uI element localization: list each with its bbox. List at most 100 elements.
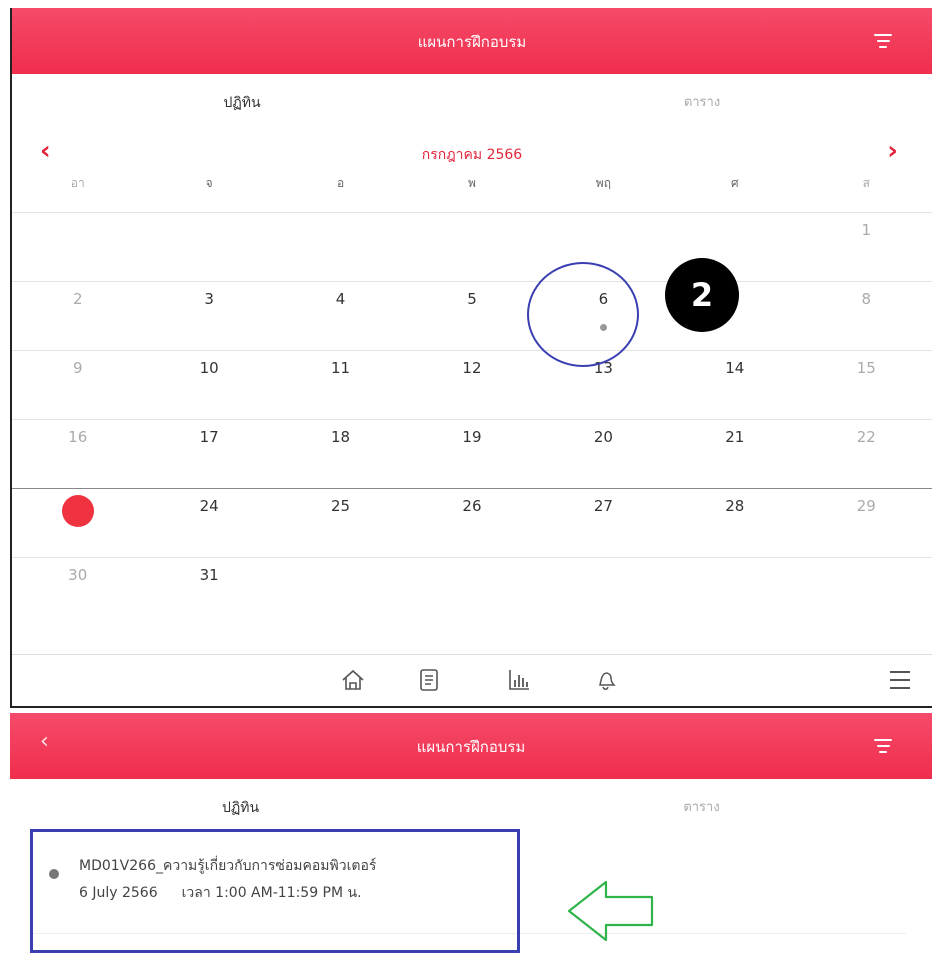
day-number: 15	[856, 359, 876, 377]
calendar-day[interactable]: 5	[406, 282, 537, 350]
month-label: กรกฎาคม 2566	[421, 147, 523, 163]
app-bar: แผนการฝึกอบรม	[12, 8, 932, 74]
event-name: MD01V266_ความรู้เกี่ยวกับการซ่อมคอมพิวเต…	[79, 858, 377, 874]
tab-schedule[interactable]: ตาราง	[471, 779, 932, 839]
app-bar: ‹ แผนการฝึกอบรม	[10, 713, 932, 779]
day-number: 18	[331, 428, 351, 446]
calendar-day[interactable]: 30	[12, 558, 143, 626]
calendar-day[interactable]: 23	[12, 489, 143, 557]
calendar-day[interactable]: 2	[12, 282, 143, 350]
menu-icon[interactable]	[890, 671, 910, 695]
home-icon[interactable]	[340, 667, 366, 693]
calendar-week-row: 9 10 11 12 13 14 15	[12, 350, 932, 419]
day-number: 8	[861, 290, 872, 308]
calendar-day[interactable]: 15	[801, 351, 932, 419]
weekday-label: ศ	[731, 176, 739, 190]
day-number: 10	[199, 359, 219, 377]
calendar-day[interactable]: 16	[12, 420, 143, 488]
day-number: 24	[199, 497, 219, 515]
calendar-day[interactable]: 10	[143, 351, 274, 419]
document-icon[interactable]	[416, 667, 442, 693]
day-number: 5	[467, 290, 477, 308]
tab-calendar[interactable]: ปฏิทิน	[12, 74, 472, 134]
calendar-day[interactable]: 4	[275, 282, 406, 350]
event-time: เวลา 1:00 AM-11:59 PM น.	[181, 885, 362, 901]
calendar-week-row: 1	[12, 212, 932, 281]
event-bullet	[49, 869, 59, 879]
calendar-day[interactable]: 26	[406, 489, 537, 557]
weekday-label: พฤ	[595, 176, 611, 190]
day-number: 21	[725, 428, 745, 446]
calendar-week-row: 30 31	[12, 557, 932, 626]
day-number: 11	[331, 359, 351, 377]
event-meta: 6 July 2566 เวลา 1:00 AM-11:59 PM น.	[79, 882, 362, 904]
calendar-week-row: 23 24 25 26 27 28 29	[12, 488, 932, 557]
weekday-label: อ	[336, 176, 345, 190]
step-badge: 2	[665, 258, 739, 332]
calendar-day[interactable]: 1	[801, 213, 932, 281]
weekday-label: จ	[205, 176, 213, 190]
calendar-day[interactable]: 21	[669, 420, 800, 488]
calendar-day[interactable]: 3	[143, 282, 274, 350]
calendar-empty-cell	[801, 558, 932, 626]
calendar-day[interactable]: 18	[275, 420, 406, 488]
page-title: แผนการฝึกอบรม	[416, 738, 526, 756]
day-number: 26	[462, 497, 482, 515]
day-number: 20	[593, 428, 613, 446]
day-number: 27	[593, 497, 613, 515]
calendar-day[interactable]: 31	[143, 558, 274, 626]
day-number: 22	[856, 428, 876, 446]
day-number: 30	[68, 566, 88, 584]
day-number: 3	[204, 290, 214, 308]
calendar-day[interactable]: 19	[406, 420, 537, 488]
calendar-empty-cell	[406, 213, 537, 281]
bottom-nav	[12, 654, 932, 706]
weekday-label: พ	[468, 176, 476, 190]
day-number: 12	[462, 359, 482, 377]
calendar-day[interactable]: 25	[275, 489, 406, 557]
calendar-day[interactable]: 29	[801, 489, 932, 557]
view-tabs: ปฏิทิน ตาราง	[12, 74, 932, 134]
calendar-day[interactable]: 24	[143, 489, 274, 557]
calendar-day[interactable]: 17	[143, 420, 274, 488]
calendar-empty-cell	[275, 213, 406, 281]
weekday-label: ส	[862, 176, 870, 190]
day-number: 31	[199, 566, 219, 584]
event-panel: ‹ แผนการฝึกอบรม ปฏิทิน ตาราง MD01V266_คว…	[10, 713, 932, 970]
day-number: 17	[199, 428, 219, 446]
chart-icon[interactable]	[506, 667, 532, 693]
event-date: 6 July 2566	[79, 885, 158, 901]
weekday-label: อา	[70, 176, 85, 190]
day-number: 2	[72, 290, 83, 308]
day-number: 9	[72, 359, 83, 377]
filter-icon[interactable]	[874, 34, 892, 48]
calendar-grid: 1234567891011121314151617181920212223242…	[12, 212, 932, 626]
day-number: 16	[68, 428, 88, 446]
filter-icon[interactable]	[874, 739, 892, 753]
calendar-day[interactable]: 22	[801, 420, 932, 488]
calendar-empty-cell	[669, 558, 800, 626]
calendar-day[interactable]: 8	[801, 282, 932, 350]
day-number: 4	[335, 290, 346, 308]
calendar-day[interactable]: 27	[538, 489, 669, 557]
bell-icon[interactable]	[592, 667, 618, 693]
calendar-panel: แผนการฝึกอบรม ปฏิทิน ตาราง ‹ › กรกฎาคม 2…	[10, 8, 932, 708]
calendar-day[interactable]: 14	[669, 351, 800, 419]
calendar-day[interactable]: 20	[538, 420, 669, 488]
calendar-empty-cell	[406, 558, 537, 626]
day-number: 14	[725, 359, 745, 377]
event-item[interactable]: MD01V266_ความรู้เกี่ยวกับการซ่อมคอมพิวเต…	[30, 829, 520, 953]
day-number: 19	[462, 428, 482, 446]
day-number: 1	[861, 221, 872, 239]
calendar-empty-cell	[538, 558, 669, 626]
calendar-empty-cell	[143, 213, 274, 281]
calendar-day[interactable]: 12	[406, 351, 537, 419]
day-number: 23	[68, 497, 88, 515]
calendar-day[interactable]: 9	[12, 351, 143, 419]
calendar-empty-cell	[12, 213, 143, 281]
calendar-day[interactable]: 28	[669, 489, 800, 557]
tab-schedule[interactable]: ตาราง	[472, 74, 932, 134]
calendar-week-row: 2345678	[12, 281, 932, 350]
calendar-day[interactable]: 11	[275, 351, 406, 419]
day-number: 29	[856, 497, 876, 515]
